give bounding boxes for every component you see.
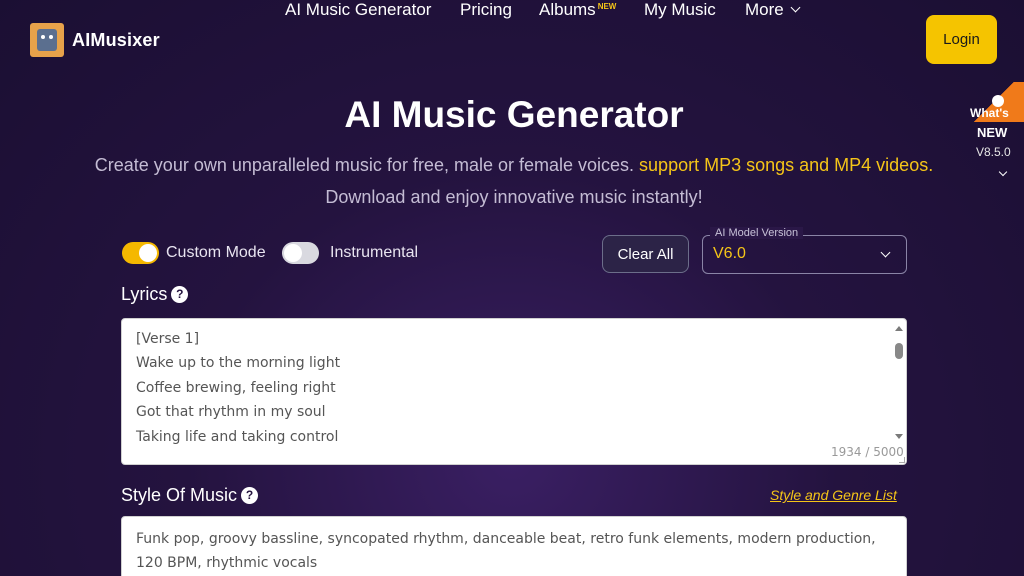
nav-my-music[interactable]: My Music [644,0,716,20]
custom-mode-label: Custom Mode [166,244,266,261]
style-textarea[interactable]: Funk pop, groovy bassline, syncopated rh… [121,516,907,576]
nav-more-label: More [745,0,784,19]
toggle-knob [284,244,302,262]
scroll-down-arrow-icon[interactable] [895,434,903,439]
robot-logo-icon [30,23,64,57]
logo[interactable]: AIMusixer [30,23,160,57]
scrollbar-thumb[interactable] [895,343,903,359]
style-label: Style Of Music [121,485,238,505]
lyrics-heading: Lyrics? [121,284,189,305]
lyrics-line: Wake up to the morning light [136,355,341,371]
lyrics-label: Lyrics [121,284,168,304]
nav-albums-label: Albums [539,0,596,19]
style-text: Funk pop, groovy bassline, syncopated rh… [136,531,876,571]
style-genre-list-link[interactable]: Style and Genre List [770,487,897,503]
toggle-knob [139,244,157,262]
nav-albums[interactable]: Albums NEW [539,0,616,20]
resize-handle-icon[interactable] [899,457,905,463]
model-version-legend: AI Model Version [710,227,804,239]
lyrics-line: [Verse 1] [136,331,200,347]
subtitle-line2: Download and enjoy innovative music inst… [325,187,703,207]
page-subtitle: Create your own unparalleled music for f… [0,149,1024,213]
clear-all-button[interactable]: Clear All [602,235,689,273]
scroll-up-arrow-icon[interactable] [895,326,903,331]
subtitle-text: Create your own unparalleled music for f… [94,155,635,175]
lyrics-line: Taking life and taking control [136,429,339,445]
lyrics-textarea[interactable]: [Verse 1] Wake up to the morning light C… [121,318,907,465]
login-button[interactable]: Login [926,15,997,64]
instrumental-label: Instrumental [330,244,419,261]
style-heading: Style Of Music? [121,485,259,506]
character-counter: 1934 / 5000 [831,445,904,459]
lyrics-line: Got that rhythm in my soul [136,404,326,420]
help-icon[interactable]: ? [241,486,259,504]
lyrics-line: Coffee brewing, feeling right [136,380,336,396]
nav-more[interactable]: More [745,0,801,20]
help-icon[interactable]: ? [171,285,189,303]
chevron-down-icon [790,2,801,13]
subtitle-highlight: support MP3 songs and MP4 videos. [639,155,934,175]
new-badge: NEW [597,2,617,11]
nav-pricing[interactable]: Pricing [460,0,512,20]
page-title: AI Music Generator [344,94,684,135]
header: AIMusixer AI Music Generator Pricing Alb… [0,0,1024,80]
logo-text: AIMusixer [72,29,160,50]
custom-mode-toggle[interactable] [122,242,159,264]
nav-ai-music-generator[interactable]: AI Music Generator [285,0,431,20]
instrumental-toggle[interactable] [282,242,319,264]
model-version-value: V6.0 [713,245,746,262]
